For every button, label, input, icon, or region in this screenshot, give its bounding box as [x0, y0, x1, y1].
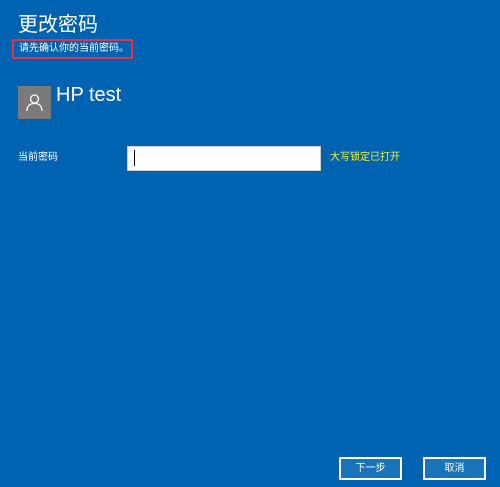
user-name: HP test [56, 84, 122, 106]
next-button[interactable]: 下一步 [339, 457, 402, 480]
page-title: 更改密码 [18, 12, 98, 36]
caps-lock-warning: 大写锁定已打开 [330, 152, 400, 163]
avatar [18, 86, 51, 119]
user-silhouette-icon [26, 94, 43, 112]
current-password-label: 当前密码 [18, 152, 58, 163]
current-password-input[interactable] [127, 146, 321, 171]
instruction-text: 请先确认你的当前密码。 [12, 39, 133, 59]
text-cursor [134, 150, 135, 166]
cancel-button[interactable]: 取消 [423, 457, 486, 480]
